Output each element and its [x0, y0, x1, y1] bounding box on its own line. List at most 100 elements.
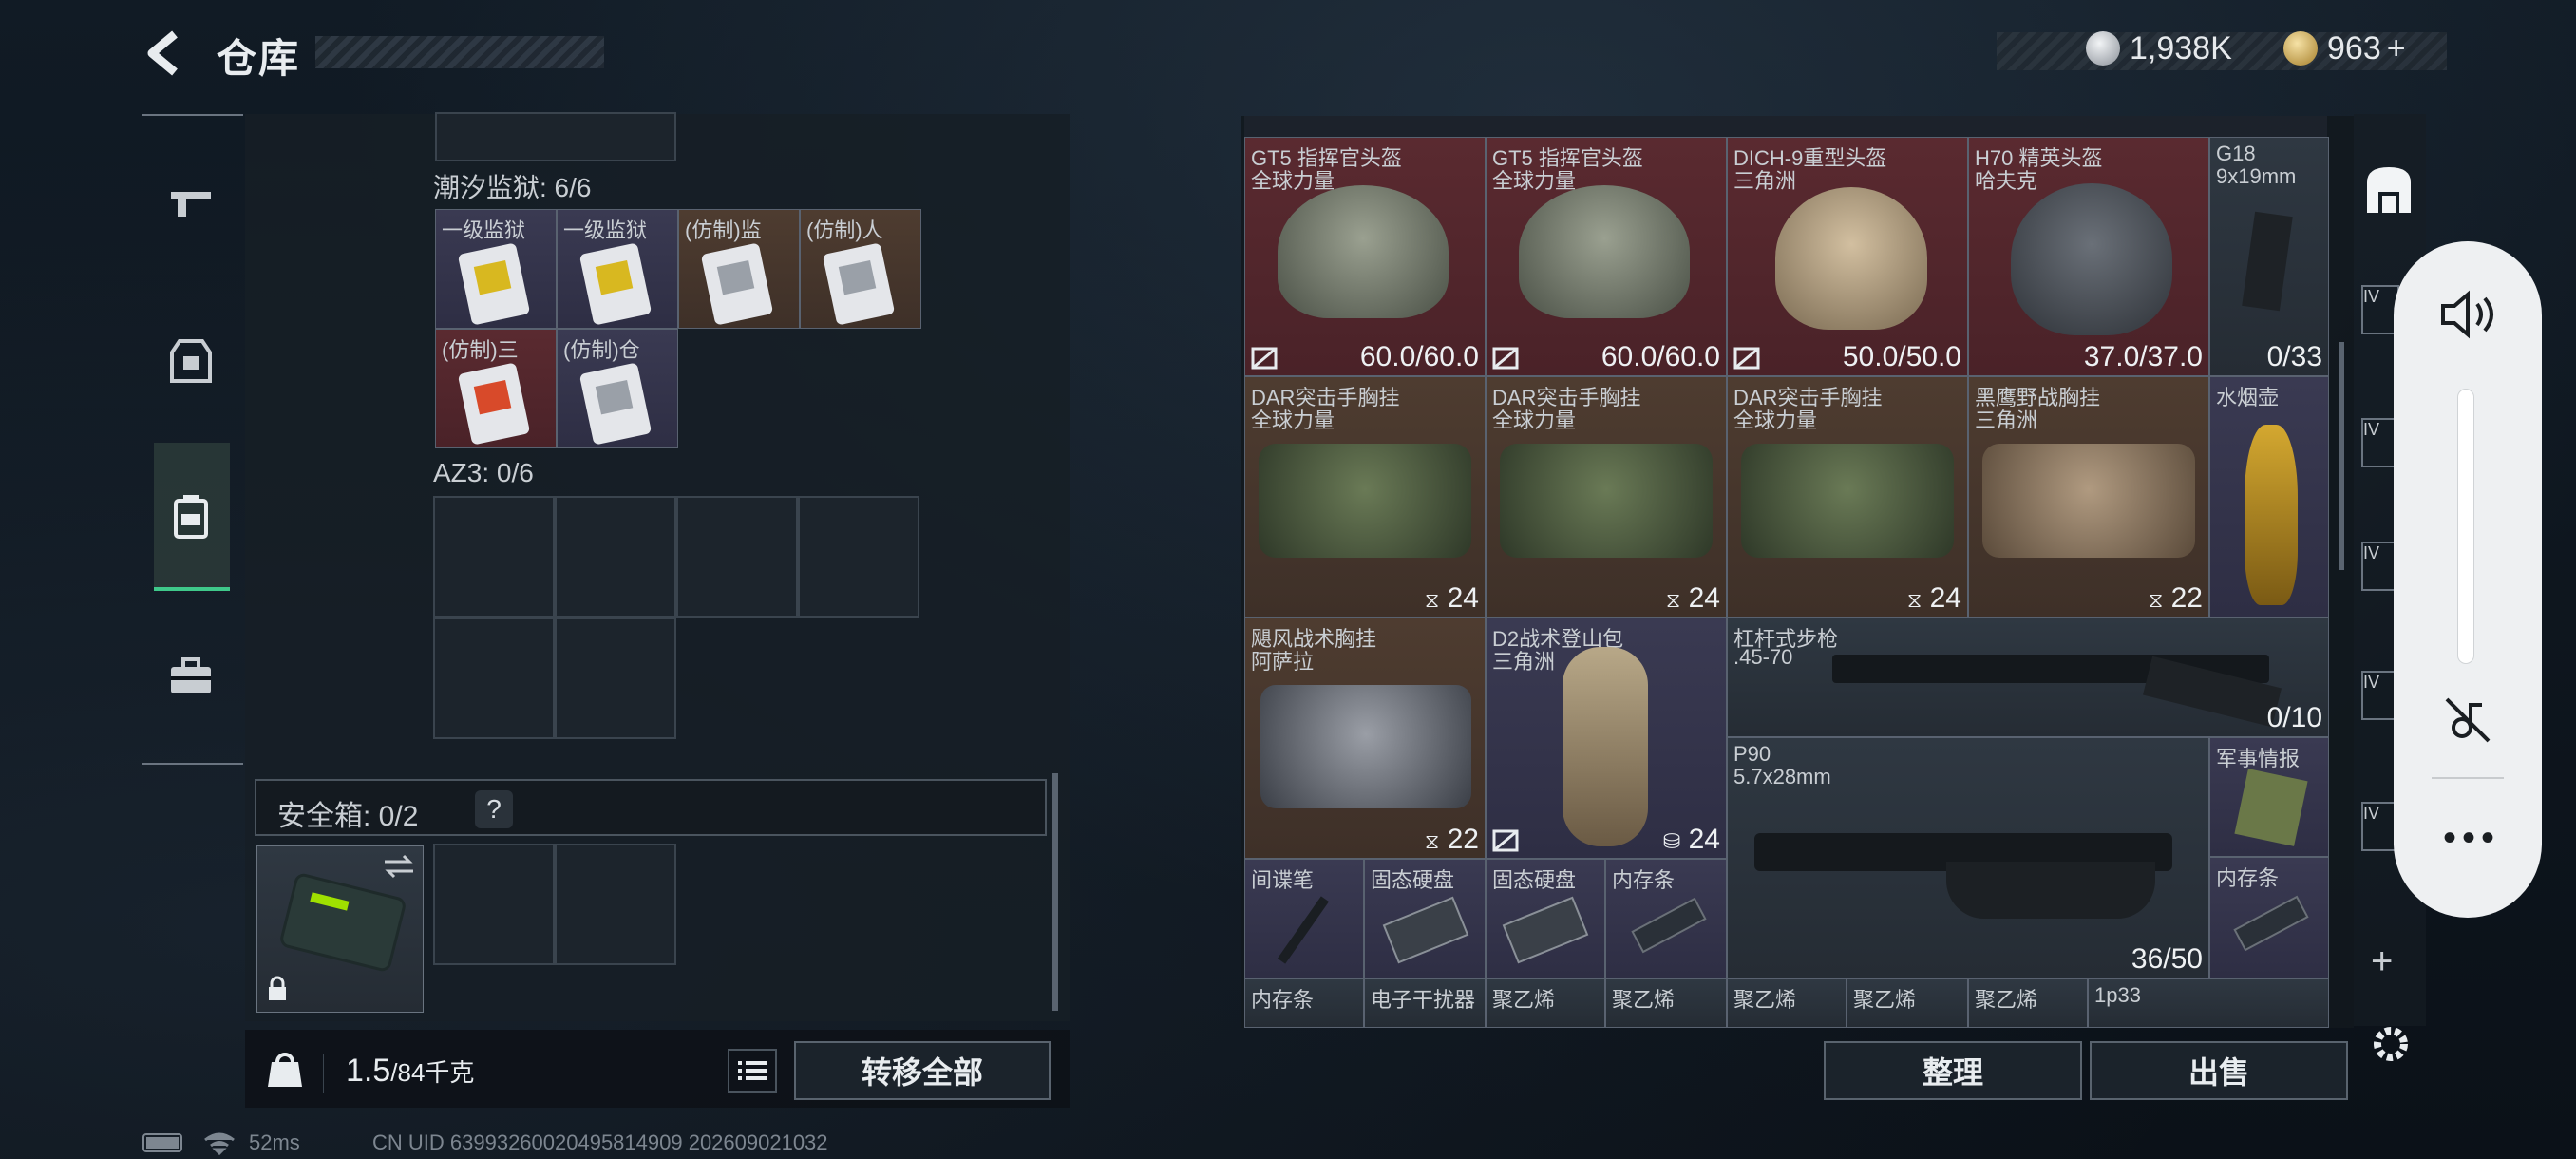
helmet-icon — [2011, 183, 2172, 335]
currency-silver-value: 1,938K — [2130, 29, 2232, 66]
item-name: 水烟壶 — [2216, 386, 2280, 409]
capacity-readout: ⧖ 22 — [1425, 824, 1479, 856]
sidebar-item-backpack[interactable] — [157, 483, 225, 551]
sort-button[interactable]: 整理 — [1824, 1041, 2082, 1100]
keycard-tile[interactable]: (仿制)仓 — [557, 329, 678, 448]
keycard-tile[interactable]: 一级监狱 — [557, 209, 678, 329]
small-item[interactable]: 聚乙烯 — [1968, 978, 2088, 1028]
chest-rig-item[interactable]: DAR突击手胸挂 全球力量 ⧖ 24 — [1486, 376, 1727, 618]
currency-premium[interactable]: 963 + — [2283, 27, 2406, 70]
safe-empty-slot[interactable] — [555, 844, 676, 965]
sell-button[interactable]: 出售 — [2090, 1041, 2348, 1100]
swap-icon[interactable] — [383, 854, 415, 879]
empty-slot[interactable] — [676, 496, 798, 618]
small-item[interactable]: 内存条 — [2209, 857, 2329, 978]
volume-speaker-icon[interactable] — [2439, 289, 2496, 340]
stash-scrollbar[interactable] — [2339, 342, 2344, 570]
tile-name: 一级监狱 — [563, 218, 648, 242]
helmet-item[interactable]: GT5 指挥官头盔 全球力量 60.0/60.0 — [1486, 137, 1727, 376]
pistol-icon — [2242, 211, 2293, 312]
add-currency-button[interactable]: + — [2387, 30, 2406, 67]
small-item[interactable]: 间谍笔 — [1244, 859, 1364, 978]
backpack-icon — [174, 495, 208, 539]
smg-item[interactable]: P90 5.7x28mm 36/50 — [1727, 737, 2209, 978]
safe-box-slot[interactable] — [256, 846, 424, 1013]
volume-slider[interactable] — [2458, 390, 2473, 663]
currency-tekniq[interactable]: 1,938K — [2086, 27, 2232, 70]
empty-slot[interactable] — [555, 618, 676, 739]
item-name: 聚乙烯 — [1853, 988, 1917, 1012]
vibrate-off-icon[interactable] — [2441, 694, 2494, 747]
small-item[interactable]: 1p33 — [2088, 978, 2329, 1028]
item-name: 固态硬盘 — [1371, 868, 1455, 892]
uid-text: CN UID 6399326002049581490​9 20260902103… — [372, 1130, 828, 1154]
chest-rig-item[interactable]: DAR突击手胸挂 全球力量 ⧖ 24 — [1244, 376, 1486, 618]
item-name: 间谍笔 — [1251, 868, 1315, 892]
ssd-icon — [1502, 896, 1589, 964]
more-options-icon[interactable]: ••• — [2443, 817, 2500, 860]
hookah-item[interactable]: 水烟壶 — [2209, 376, 2329, 618]
capacity-value: 24 — [1929, 582, 1961, 614]
chest-rig-item[interactable]: 飓风战术胸挂 阿萨拉 ⧖ 22 — [1244, 618, 1486, 859]
small-item[interactable]: 聚乙烯 — [1605, 978, 1727, 1028]
chest-rig-item[interactable]: 黑鹰野战胸挂 三角洲 ⧖ 22 — [1968, 376, 2209, 618]
back-arrow-icon[interactable] — [142, 28, 186, 78]
helmet-item[interactable]: GT5 指挥官头盔 全球力量 60.0/60.0 — [1244, 137, 1486, 376]
small-item[interactable]: 聚乙烯 — [1847, 978, 1968, 1028]
durability-value: 60.0/60.0 — [1359, 341, 1479, 372]
left-scrollbar[interactable] — [1052, 773, 1058, 1011]
settings-gear-icon[interactable] — [2369, 1022, 2413, 1066]
keycard-tile[interactable]: (仿制)人 — [800, 209, 921, 329]
capacity-icon: ⧖ — [1665, 588, 1681, 612]
small-item[interactable]: 内存条 — [1605, 859, 1727, 978]
grid-cell-partial[interactable] — [435, 112, 676, 162]
item-name: P90 — [1733, 742, 1771, 766]
keycard-icon — [822, 242, 896, 326]
empty-slot[interactable] — [433, 618, 555, 739]
item-faction: 全球力量 — [1251, 169, 1335, 193]
stash-home-icon[interactable] — [2361, 163, 2416, 217]
sidebar-item-armor[interactable] — [157, 327, 225, 395]
small-item[interactable]: 固态硬盘 — [1364, 859, 1486, 978]
add-tab-icon[interactable]: + — [2371, 940, 2393, 983]
empty-slot[interactable] — [798, 496, 919, 618]
capacity-value: 24 — [1688, 582, 1720, 614]
pistol-icon — [171, 192, 211, 217]
keycard-tile[interactable]: 一级监狱 — [435, 209, 557, 329]
item-name: 聚乙烯 — [1733, 988, 1797, 1012]
capacity-icon: ⧖ — [1906, 588, 1923, 612]
safe-empty-slot[interactable] — [433, 844, 555, 965]
item-caliber: .45-70 — [1733, 645, 1793, 669]
rifle-item[interactable]: 杠杆式步枪 .45-70 0/10 — [1727, 618, 2329, 737]
tile-name: (仿制)人 — [806, 218, 883, 242]
small-item[interactable]: 内存条 — [1244, 978, 1364, 1028]
empty-slot[interactable] — [433, 496, 555, 618]
capacity-readout: ⧖ 24 — [1666, 582, 1720, 615]
sidebar-item-toolbox[interactable] — [157, 642, 225, 711]
intel-item[interactable]: 军事情报 — [2209, 737, 2329, 857]
item-name: 聚乙烯 — [1492, 988, 1556, 1012]
sidebar-item-weapons[interactable] — [157, 169, 225, 238]
item-name: 内存条 — [1612, 868, 1676, 892]
chest-rig-icon — [1741, 444, 1954, 558]
pistol-item[interactable]: G18 9x19mm 0/33 — [2209, 137, 2329, 376]
empty-slot[interactable] — [555, 496, 676, 618]
list-view-button[interactable] — [728, 1049, 777, 1092]
hookah-icon — [2245, 425, 2298, 605]
helmet-item[interactable]: DICH-9重型头盔 三角洲 50.0/50.0 — [1727, 137, 1968, 376]
keycard-tile[interactable]: (仿制)三 — [435, 329, 557, 448]
safe-box-label: 安全箱: 0/2 — [277, 801, 419, 832]
backpack-item[interactable]: D2战术登山包 三角洲 ⛁ 24 — [1486, 618, 1727, 859]
help-button[interactable]: ? — [475, 790, 513, 828]
helmet-item[interactable]: H70 精英头盔 哈夫克 37.0/37.0 — [1968, 137, 2209, 376]
transfer-all-button[interactable]: 转移全部 — [794, 1041, 1051, 1100]
small-item[interactable]: 聚乙烯 — [1486, 978, 1605, 1028]
small-item[interactable]: 聚乙烯 — [1727, 978, 1847, 1028]
spy-pen-icon — [1277, 896, 1330, 964]
small-item[interactable]: 电子干扰器 — [1364, 978, 1486, 1028]
chest-rig-item[interactable]: DAR突击手胸挂 全球力量 ⧖ 24 — [1727, 376, 1968, 618]
small-item[interactable]: 固态硬盘 — [1486, 859, 1605, 978]
smg-body — [1946, 862, 2155, 919]
keycard-tile[interactable]: (仿制)监 — [678, 209, 800, 329]
capacity-icon: ⧖ — [2148, 588, 2164, 612]
